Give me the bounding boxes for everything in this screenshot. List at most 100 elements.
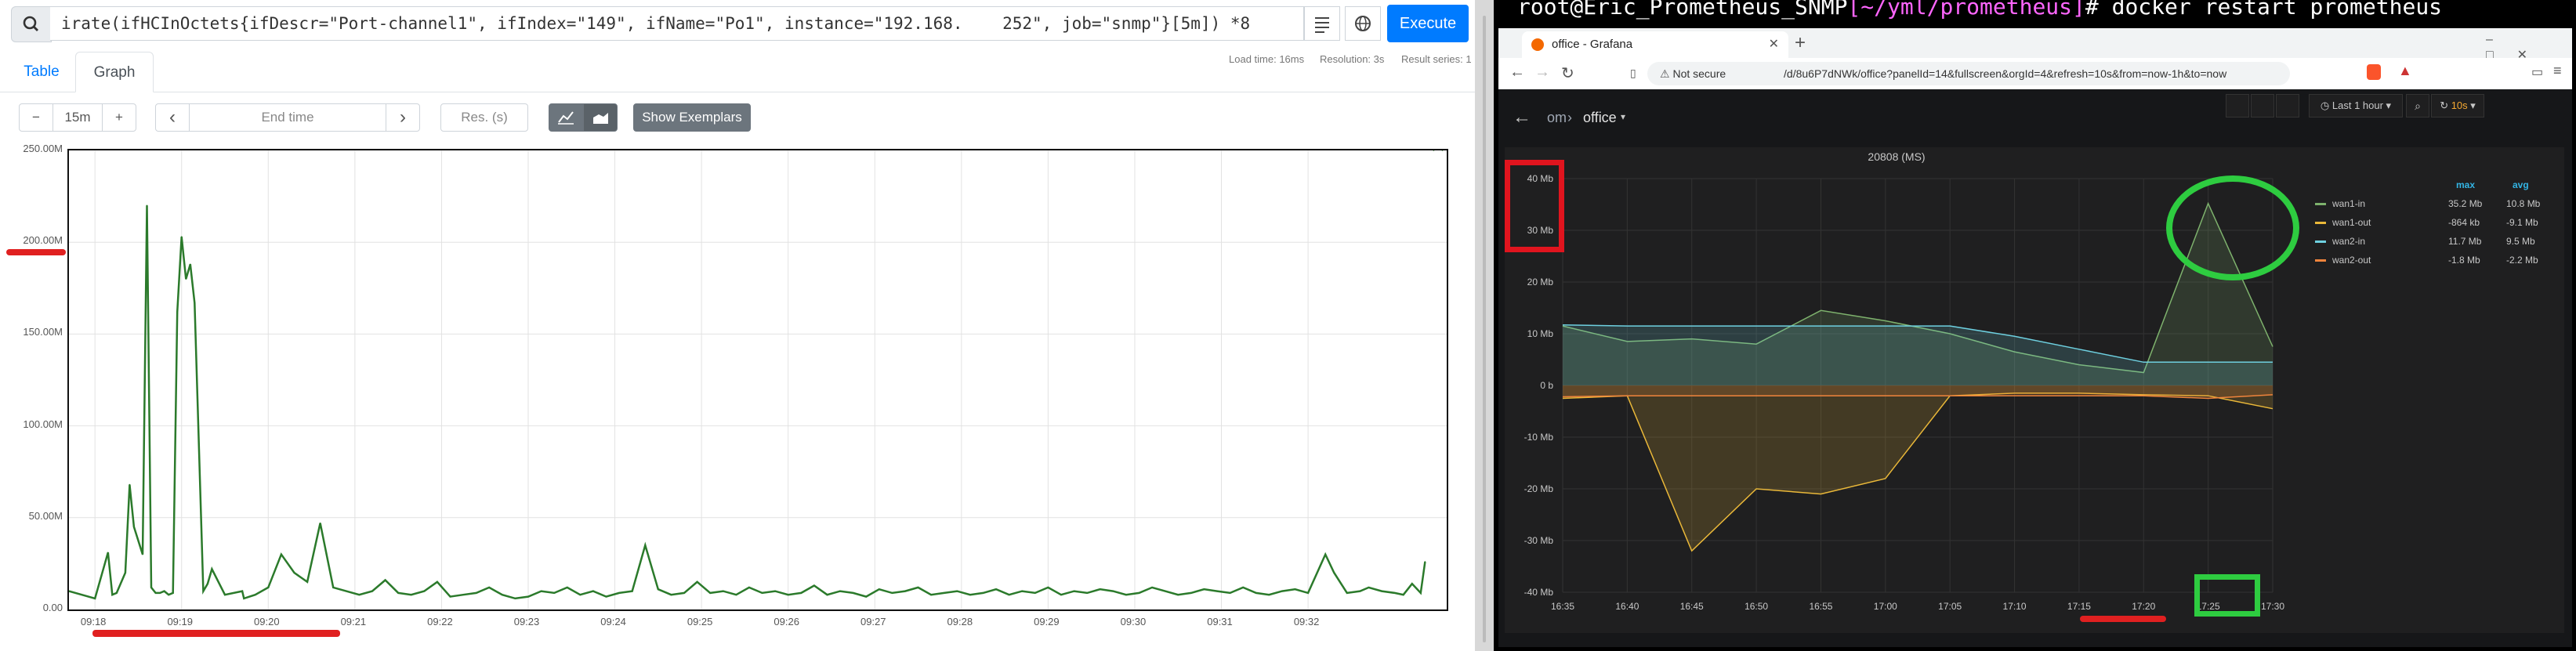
data-point [761,592,763,594]
panel-title: 20808 (MS) [1868,150,1926,163]
end-time-prev-button[interactable]: ‹ [155,103,190,132]
legend-row[interactable]: wan1-out -864 kb -9.1 Mb [2315,213,2550,232]
data-point [154,592,157,594]
legend-row[interactable]: wan1-in 35.2 Mb 10.8 Mb [2315,194,2550,213]
data-point [146,204,148,207]
annotation-box-red [1505,160,1564,252]
tab-table[interactable]: Table [14,52,69,92]
data-point [384,579,386,581]
data-point [185,278,187,280]
x-tick-label: 09:30 [1120,616,1147,627]
data-point [133,526,135,528]
data-point [397,592,399,594]
query-bar: irate(ifHCInOctets{ifDescr="Port-channel… [0,0,1475,49]
data-point [1099,588,1101,591]
brave-shield-icon[interactable] [2367,64,2381,80]
grafana-y-tick-label: 20 Mb [1527,277,1554,288]
legend-max-value: -864 kb [2448,217,2480,228]
data-point [1402,594,1404,596]
close-tab-icon[interactable]: ✕ [1769,31,1779,58]
execute-button[interactable]: Execute [1387,5,1469,42]
zoom-out-icon[interactable]: ⌕ [2406,94,2429,118]
refresh-picker[interactable]: ↻ 10s ▾ [2431,94,2484,118]
data-point [176,311,179,313]
grafana-y-tick-label: 10 Mb [1527,328,1554,339]
data-point [1307,592,1309,594]
bookmark-icon[interactable]: ▯ [1630,67,1636,80]
url-text: /d/8u6P7dNWk/office?panelId=14&fullscree… [1784,67,2227,80]
grafana-x-tick-label: 17:30 [2261,601,2284,612]
scrollbar-thumb[interactable] [1483,16,1486,642]
save-icon[interactable] [2251,94,2274,118]
line-chart-icon[interactable] [549,103,583,132]
legend-series-name: wan2-in [2332,236,2366,247]
grafana-x-tick-label: 16:45 [1680,601,1704,612]
data-point [1424,561,1426,562]
data-point [540,590,542,592]
url-field[interactable]: ⚠ Not secure /d/8u6P7dNWk/office?panelId… [1647,62,2290,85]
range-input[interactable]: 15m [53,103,102,132]
load-time: Load time: 16ms [1229,53,1305,65]
dashboard-dropdown-icon[interactable]: ▾ [1621,111,1625,122]
share-icon[interactable] [2226,94,2249,118]
history-icon[interactable] [1304,6,1340,41]
data-point [502,594,503,596]
globe-icon[interactable] [1345,6,1381,41]
x-tick-label: 09:19 [167,616,193,627]
legend-series-name: wan1-out [2332,217,2371,228]
show-exemplars-button[interactable]: Show Exemplars [633,103,751,132]
range-decrease-button[interactable]: − [19,103,53,132]
time-range-picker[interactable]: ◷ Last 1 hour ▾ [2309,94,2403,118]
end-time-input[interactable]: End time [190,103,386,132]
end-time-next-button[interactable]: › [386,103,420,132]
legend-max-header: max [2456,179,2476,190]
data-point [891,592,893,594]
x-tick-label: 09:32 [1293,616,1320,627]
clock-icon: ◷ [2320,99,2332,111]
y-tick-label: 100.00M [23,418,63,430]
data-point [774,590,776,592]
y-tick-label: 150.00M [23,326,63,338]
data-point [281,553,282,555]
legend-max-value: 11.7 Mb [2448,236,2482,247]
data-point [1177,594,1179,596]
extensions-icon[interactable]: ▭ [2531,64,2543,80]
data-point [605,595,607,598]
settings-gear-icon[interactable] [2276,94,2299,118]
back-icon[interactable]: ← [1509,63,1525,81]
legend-header: max avg [2315,175,2550,194]
y-tick-label: 0.00 [42,602,63,613]
forward-icon[interactable]: → [1534,63,1550,81]
legend-row[interactable]: wan2-out -1.8 Mb -2.2 Mb [2315,251,2550,269]
breadcrumb-root[interactable]: om [1547,110,1567,126]
menu-icon[interactable]: ≡ [2553,63,2562,79]
prometheus-graph-svg [69,150,1447,609]
data-point [1216,590,1218,592]
grafana-back-icon[interactable]: ← [1513,107,1531,128]
tab-graph[interactable]: Graph [75,52,154,92]
stacked-chart-icon[interactable] [583,103,618,132]
x-tick-label: 09:29 [1034,616,1060,627]
grafana-panel: 20808 (MS) -40 Mb -30 Mb -20 Mb -10 Mb 0 b 10… [1505,147,2564,633]
grafana-legend: max avg wan1-in 35.2 Mb 10.8 Mb wan1-out -86… [2315,175,2550,269]
pane-divider[interactable] [1475,0,1494,651]
data-point [116,592,118,594]
resolution-input[interactable]: Res. (s) [440,103,528,132]
new-tab-icon[interactable]: + [1795,31,1806,55]
x-tick-label: 09:24 [600,616,626,627]
legend-max-value: 35.2 Mb [2448,198,2483,209]
data-point [1346,592,1348,594]
data-point [1393,592,1396,594]
reload-icon[interactable]: ↻ [1561,63,1574,83]
data-point [1086,592,1088,594]
rewards-icon[interactable]: ▲ [2398,63,2412,79]
dashboard-title[interactable]: office [1583,110,1617,126]
legend-row[interactable]: wan2-in 11.7 Mb 9.5 Mb [2315,232,2550,251]
data-point [826,594,828,596]
prompt-symbol: # [2085,0,2112,20]
grafana-x-tick-label: 17:15 [2067,601,2091,612]
search-icon [11,6,52,42]
query-input[interactable]: irate(ifHCInOctets{ifDescr="Port-channel… [50,6,1304,41]
browser-tab[interactable]: office - Grafana ✕ [1522,31,1788,58]
range-increase-button[interactable]: + [102,103,136,132]
